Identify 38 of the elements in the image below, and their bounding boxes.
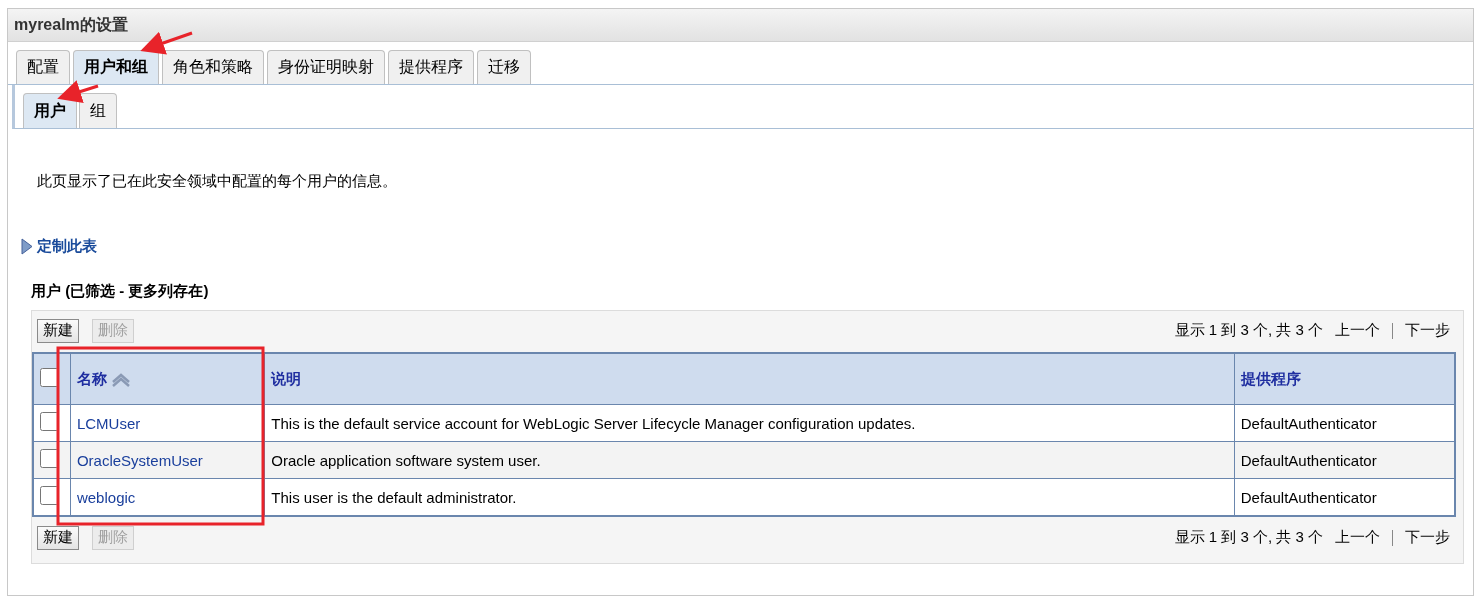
tab[interactable]: 提供程序: [388, 50, 474, 84]
previous-link[interactable]: 上一个: [1331, 321, 1384, 340]
annotation-arrow: [57, 80, 99, 104]
column-header[interactable]: 提供程序: [1240, 369, 1301, 387]
tab[interactable]: 角色和策略: [162, 50, 264, 84]
row-checkbox[interactable]: [40, 412, 59, 431]
tab[interactable]: 身份证明映射: [267, 50, 385, 84]
new-button[interactable]: 新建: [37, 525, 79, 550]
annotation-arrow: [140, 31, 193, 55]
previous-link[interactable]: 上一个: [1331, 528, 1384, 547]
provider-cell: DefaultAuthenticator: [1240, 488, 1377, 506]
next-link[interactable]: 下一步: [1401, 528, 1454, 547]
description-cell: This is the default service account for WebLogic Server Lifecycle Manager configuration updates.: [271, 414, 916, 432]
provider-cell: DefaultAuthenticator: [1240, 414, 1377, 432]
row-checkbox[interactable]: [40, 449, 59, 468]
user-name-link[interactable]: weblogic: [76, 488, 136, 506]
description-cell: This user is the default administrator.: [271, 488, 517, 506]
column-header[interactable]: 说明: [271, 369, 302, 387]
tab[interactable]: 迁移: [477, 50, 531, 84]
page-description: 此页显示了已在此安全领域中配置的每个用户的信息。: [37, 172, 398, 191]
customize-table-link[interactable]: 定制此表: [37, 237, 97, 256]
subtab[interactable]: 组: [79, 93, 117, 128]
new-button[interactable]: 新建: [37, 318, 79, 343]
next-link[interactable]: 下一步: [1401, 321, 1454, 340]
subtab[interactable]: 用户: [23, 93, 77, 128]
sort-chevron-icon: [110, 371, 131, 389]
user-name-link[interactable]: LCMUser: [76, 414, 141, 432]
row-checkbox[interactable]: [40, 486, 59, 505]
paging-summary: 显示 1 到 3 个, 共 3 个: [1174, 528, 1323, 547]
window-title: myrealm的设置: [8, 9, 1473, 42]
description-cell: Oracle application software system user.: [271, 451, 541, 469]
column-header[interactable]: 名称: [76, 369, 131, 387]
select-all-checkbox[interactable]: [40, 368, 59, 387]
tab[interactable]: 用户和组: [73, 50, 159, 84]
table-caption: 用户 (已筛选 - 更多列存在): [31, 282, 210, 301]
provider-cell: DefaultAuthenticator: [1240, 451, 1377, 469]
paging-summary: 显示 1 到 3 个, 共 3 个: [1174, 321, 1323, 340]
tab[interactable]: 配置: [16, 50, 70, 84]
